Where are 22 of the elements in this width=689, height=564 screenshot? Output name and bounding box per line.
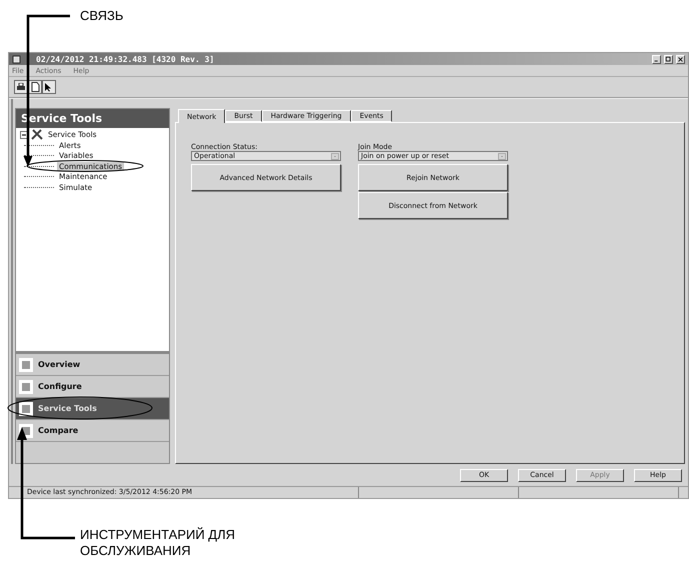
help-pointer-button[interactable]	[42, 80, 56, 94]
dropdown-arrow-icon	[331, 152, 339, 160]
close-icon[interactable]	[676, 54, 685, 64]
minimize-icon[interactable]	[652, 54, 661, 64]
nav-button[interactable]: Compare	[16, 420, 169, 442]
nav-button[interactable]: Overview	[16, 354, 169, 376]
panel-title: Service Tools	[16, 109, 169, 128]
nav-button[interactable]: Configure	[16, 376, 169, 398]
print-button[interactable]	[14, 80, 28, 94]
app-icon	[12, 54, 21, 64]
printer-icon	[16, 82, 26, 92]
annotation-caption: СВЯЗЬ	[80, 8, 124, 24]
annotation-caption: ИНСТРУМЕНТАРИЙ ДЛЯ ОБСЛУЖИВАНИЯ	[80, 527, 236, 559]
page-icon	[30, 82, 40, 92]
nav-button[interactable]: Service Tools	[16, 398, 169, 420]
collapse-icon[interactable]	[20, 130, 28, 138]
nav-icon	[19, 380, 33, 394]
nav-icon	[19, 358, 33, 372]
nav-icon	[19, 402, 33, 416]
maximize-icon[interactable]	[664, 54, 673, 64]
window-title: 02/24/2012 21:49:32.483 [4320 Rev. 3]	[35, 54, 216, 64]
dropdown-arrow-icon	[498, 152, 506, 160]
